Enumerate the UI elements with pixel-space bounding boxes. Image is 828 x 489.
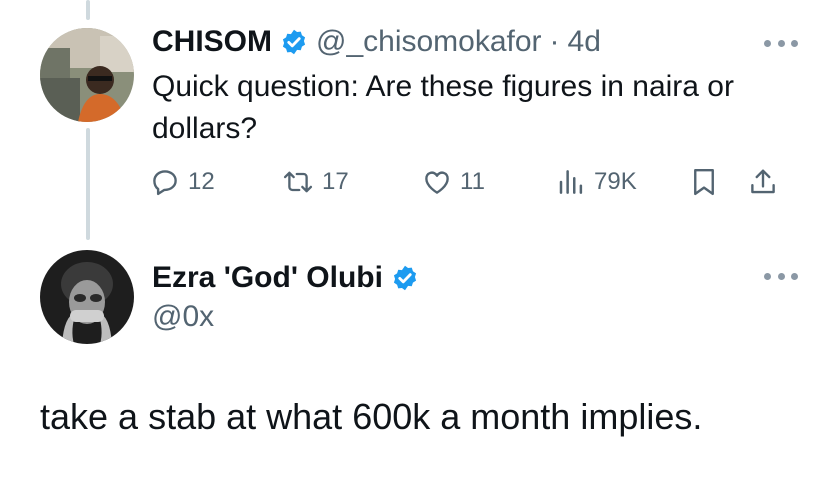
views-button[interactable]: 79K — [556, 164, 637, 200]
tweet2-header: Ezra 'God' Olubi — [152, 258, 419, 298]
like-count: 11 — [460, 168, 485, 195]
verified-badge-icon — [280, 28, 308, 56]
thread-line-top — [86, 0, 90, 20]
author-avatar-chisom[interactable] — [40, 28, 134, 122]
repost-button[interactable]: 17 — [282, 164, 349, 200]
author-name[interactable]: Ezra 'God' Olubi — [152, 261, 383, 295]
reply-icon — [150, 167, 180, 197]
thread-line-connector — [86, 128, 90, 240]
tweet-timestamp[interactable]: 4d — [568, 25, 601, 59]
separator-dot: · — [549, 25, 560, 58]
tweet-action-bar: 12 17 11 79K — [150, 164, 790, 200]
views-count: 79K — [594, 168, 637, 195]
reply-button[interactable]: 12 — [150, 164, 215, 200]
more-icon[interactable] — [764, 271, 798, 281]
tweet-text: Quick question: Are these figures in nai… — [152, 70, 734, 145]
more-icon[interactable] — [764, 38, 798, 48]
like-button[interactable]: 11 — [422, 164, 485, 200]
share-icon — [748, 167, 778, 197]
views-icon — [556, 167, 586, 197]
repost-icon — [282, 167, 314, 197]
bookmark-button[interactable] — [690, 164, 718, 200]
like-icon — [422, 167, 452, 197]
reply-count: 12 — [188, 168, 215, 195]
author-name[interactable]: CHISOM — [152, 25, 272, 59]
repost-count: 17 — [322, 168, 349, 195]
author-avatar-ezra[interactable] — [40, 250, 134, 344]
tweet1-header: CHISOM @_chisomokafor · 4d — [152, 22, 601, 62]
verified-badge-icon — [391, 264, 419, 292]
author-handle[interactable]: @_chisomokafor — [316, 25, 542, 59]
author-handle[interactable]: @0x — [152, 300, 214, 334]
tweet-text: take a stab at what 600k a month implies… — [40, 396, 703, 437]
bookmark-icon — [690, 167, 718, 197]
share-button[interactable] — [748, 164, 778, 200]
